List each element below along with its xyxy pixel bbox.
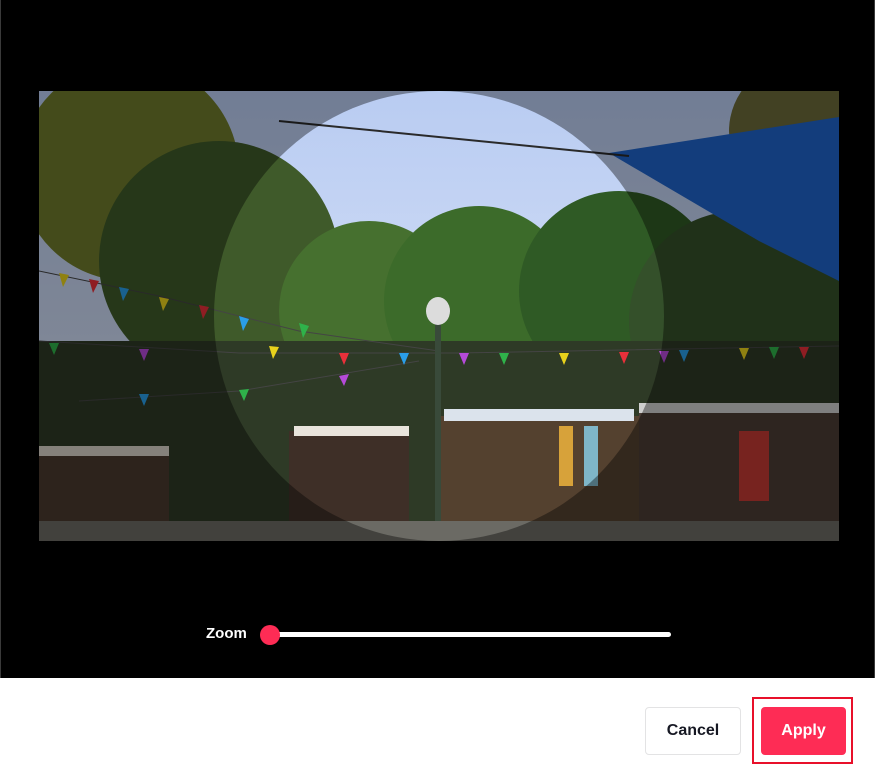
zoom-slider-track[interactable] <box>260 624 671 645</box>
crop-photo[interactable] <box>39 91 839 541</box>
zoom-slider-thumb[interactable] <box>260 624 280 645</box>
apply-button[interactable]: Apply <box>761 707 846 755</box>
zoom-label: Zoom <box>206 625 247 642</box>
avatar-crop-dialog: Zoom Cancel Apply <box>0 0 875 784</box>
photo-illustration <box>39 91 839 541</box>
zoom-control: Zoom <box>206 620 676 648</box>
dialog-edge-left <box>0 0 1 678</box>
crop-area: Zoom <box>0 0 875 678</box>
cancel-button[interactable]: Cancel <box>645 707 741 755</box>
dialog-footer: Cancel Apply <box>0 678 875 784</box>
